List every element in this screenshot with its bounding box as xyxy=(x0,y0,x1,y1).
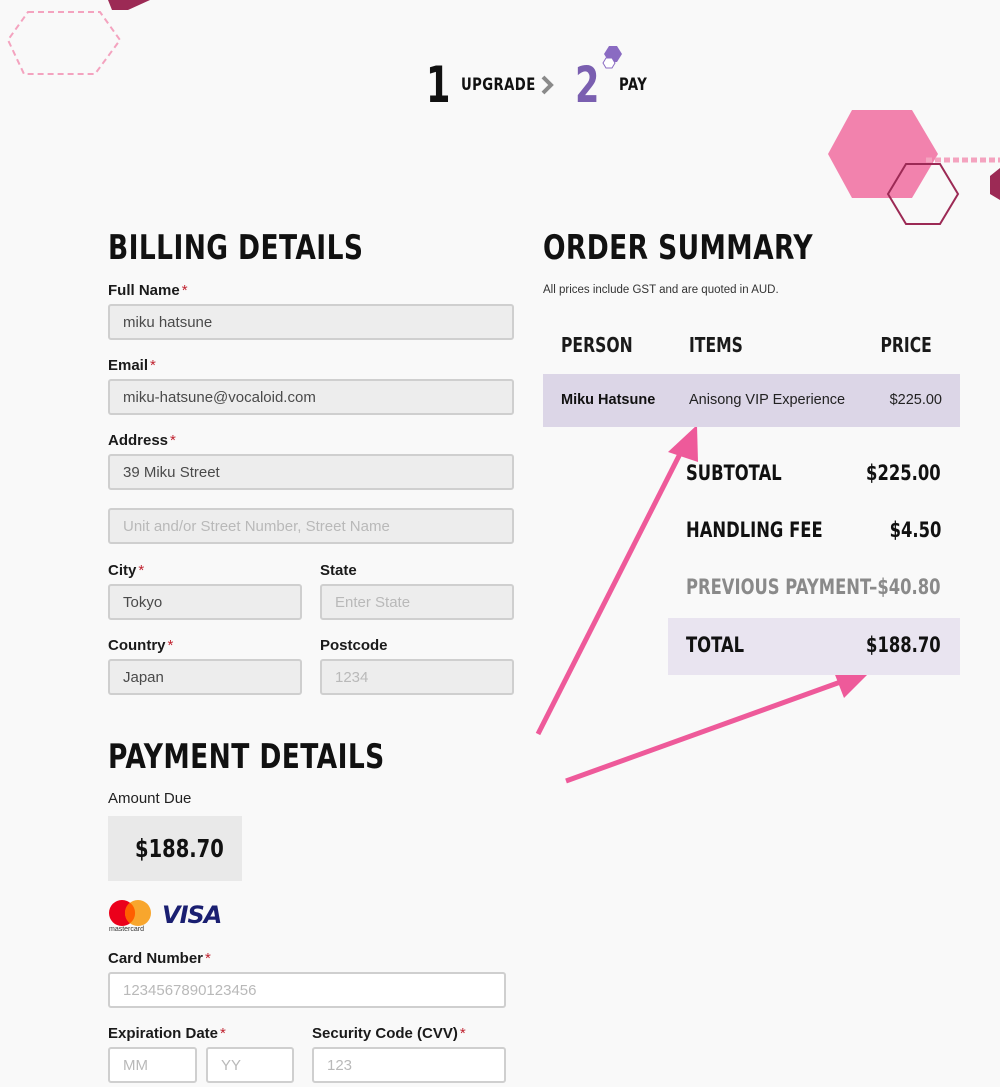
address-label: Address * xyxy=(108,432,176,449)
payment-details-heading: PAYMENT DETAILS xyxy=(108,737,385,777)
pink-hexagon-decoration xyxy=(828,110,938,198)
order-row: Miku Hatsune Anisong VIP Experience $225… xyxy=(543,374,960,427)
price-note: All prices include GST and are quoted in… xyxy=(543,284,779,296)
step-number-upgrade: 1 xyxy=(426,56,451,114)
total-row: TOTAL $188.70 xyxy=(668,618,960,675)
column-header-items: ITEMS xyxy=(689,333,743,357)
card-number-input[interactable] xyxy=(108,972,506,1008)
email-input[interactable] xyxy=(108,379,514,415)
required-mark: * xyxy=(205,950,211,967)
order-row-person: Miku Hatsune xyxy=(561,392,656,408)
required-mark: * xyxy=(170,432,176,449)
city-input[interactable] xyxy=(108,584,302,620)
step-hexagon-outline-decoration xyxy=(602,57,616,69)
amount-due-label: Amount Due xyxy=(108,790,192,807)
state-input[interactable] xyxy=(320,584,514,620)
city-label: City * xyxy=(108,562,145,579)
expiration-year-input[interactable] xyxy=(206,1047,294,1083)
address-line2-input[interactable] xyxy=(108,508,514,544)
expiration-date-label: Expiration Date * xyxy=(108,1025,226,1042)
annotation-arrow-to-row xyxy=(535,444,687,736)
state-label: State xyxy=(320,562,357,579)
expiration-month-input[interactable] xyxy=(108,1047,197,1083)
required-mark: * xyxy=(220,1025,226,1042)
step-number-pay: 2 xyxy=(575,56,600,114)
country-input[interactable] xyxy=(108,659,302,695)
visa-logo: VISA xyxy=(162,901,222,929)
outline-hexagon-decoration xyxy=(886,163,960,225)
required-mark: * xyxy=(181,282,188,299)
postcode-input[interactable] xyxy=(320,659,514,695)
country-label: Country * xyxy=(108,637,174,654)
chevron-right-icon xyxy=(540,74,554,101)
full-name-label: Full Name * xyxy=(108,282,188,299)
annotation-arrow-to-total xyxy=(565,677,847,784)
order-summary-heading: ORDER SUMMARY xyxy=(543,228,813,268)
previous-payment-label: PREVIOUS PAYMENT xyxy=(686,575,872,599)
column-header-price: PRICE xyxy=(880,333,932,357)
step-hexagon-decoration xyxy=(604,46,622,62)
total-label: TOTAL xyxy=(686,633,745,657)
subtotal-label: SUBTOTAL xyxy=(686,461,782,485)
maroon-shape-decoration xyxy=(108,0,150,10)
required-mark: * xyxy=(150,357,156,374)
column-header-person: PERSON xyxy=(561,333,633,357)
mastercard-logo: mastercard xyxy=(108,898,154,936)
required-mark: * xyxy=(459,1025,466,1042)
cvv-label: Security Code (CVV) * xyxy=(312,1025,466,1042)
amount-due-value: $188.70 xyxy=(135,834,224,863)
order-row-price: $225.00 xyxy=(889,392,942,408)
address-input[interactable] xyxy=(108,454,514,490)
total-value: $188.70 xyxy=(866,633,941,657)
card-number-label: Card Number * xyxy=(108,950,211,967)
maroon-edge-decoration xyxy=(990,168,1000,200)
arrow-head-row xyxy=(668,425,698,462)
required-mark: * xyxy=(167,637,174,654)
email-label: Email * xyxy=(108,357,156,374)
subtotal-value: $225.00 xyxy=(866,461,941,485)
step-label-upgrade[interactable]: UPGRADE xyxy=(461,75,536,95)
full-name-input[interactable] xyxy=(108,304,514,340)
handling-fee-value: $4.50 xyxy=(889,518,941,542)
postcode-label: Postcode xyxy=(320,637,388,654)
step-label-pay: PAY xyxy=(619,75,648,95)
handling-fee-label: HANDLING FEE xyxy=(686,518,823,542)
cvv-input[interactable] xyxy=(312,1047,506,1083)
amount-due-box: $188.70 xyxy=(108,816,242,881)
required-mark: * xyxy=(138,562,145,579)
billing-details-heading: BILLING DETAILS xyxy=(108,228,364,268)
previous-payment-value: –$40.80 xyxy=(869,575,941,599)
dashed-hexagon-decoration xyxy=(6,11,122,75)
order-row-item: Anisong VIP Experience xyxy=(689,392,846,408)
